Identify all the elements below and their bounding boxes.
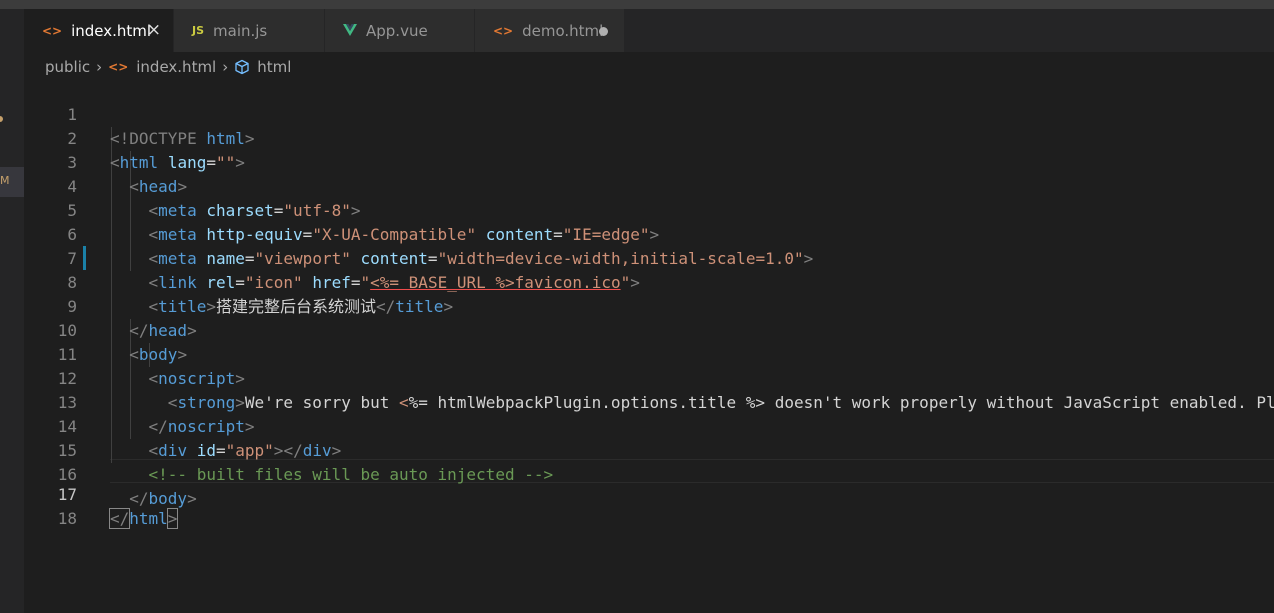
tab-label: demo.html [522, 21, 604, 40]
code-line: 2 <html lang=""> [24, 103, 1274, 172]
tab-index-html[interactable]: <> index.html × [24, 9, 174, 52]
line-number: 18 [57, 509, 77, 528]
code-line: 15 <!-- built files will be auto injecte… [24, 415, 1274, 484]
code-line: 18 [24, 483, 1274, 528]
activity-indicator-icon [0, 116, 3, 122]
code-line: 14 <div id="app"></div> [24, 391, 1274, 460]
html-file-icon: <> [493, 23, 514, 38]
breadcrumb-file[interactable]: index.html [136, 58, 216, 76]
code-line: 10 <body> [24, 295, 1274, 364]
chevron-right-icon: › [222, 58, 229, 76]
code-line: 7 <link rel="icon" href="<%= BASE_URL %>… [24, 223, 1274, 292]
code-line-current: 17 </html> [24, 459, 1274, 529]
code-line: 5 <meta http-equiv="X-UA-Compatible" con… [24, 175, 1274, 244]
code-line: 12 <strong>We're sorry but <%= htmlWebpa… [24, 343, 1274, 412]
code-line: 13 </noscript> [24, 367, 1274, 436]
breadcrumb: public › <> index.html › html [45, 56, 291, 78]
code-line: 8 <title>搭建完整后台系统测试</title> [24, 247, 1274, 316]
symbol-cube-icon [234, 59, 250, 75]
tab-app-vue[interactable]: App.vue [325, 9, 475, 52]
tab-label: index.html [71, 21, 152, 40]
code-line: 9 </head> [24, 271, 1274, 340]
code-line: 6 <meta name="viewport" content="width=d… [24, 199, 1274, 268]
modified-badge: M [0, 174, 10, 187]
tab-label: App.vue [366, 21, 428, 40]
tab-bar: <> index.html × JS main.js App.vue <> de… [24, 9, 1274, 52]
tab-demo-html[interactable]: <> demo.html [475, 9, 625, 52]
title-bar-strip [0, 0, 1274, 9]
code-line: 3 <head> [24, 127, 1274, 196]
code-line: 4 <meta charset="utf-8"> [24, 151, 1274, 220]
html-file-icon: <> [42, 23, 63, 38]
code-line: 11 <noscript> [24, 319, 1274, 388]
tab-label: main.js [213, 21, 268, 40]
close-icon[interactable]: × [147, 20, 161, 40]
breadcrumb-folder[interactable]: public [45, 58, 90, 76]
code-editor[interactable]: 1 <!DOCTYPE html> 2 <html lang=""> 3 <he… [24, 79, 1274, 613]
vue-file-icon [343, 21, 357, 40]
chevron-right-icon: › [96, 58, 103, 76]
unsaved-dot-icon[interactable] [599, 27, 608, 36]
tab-main-js[interactable]: JS main.js [174, 9, 325, 52]
activity-bar: M [0, 9, 24, 613]
breadcrumb-symbol[interactable]: html [257, 58, 291, 76]
js-file-icon: JS [192, 24, 205, 37]
code-line: 1 <!DOCTYPE html> [24, 79, 1274, 148]
html-file-icon: <> [108, 60, 129, 74]
